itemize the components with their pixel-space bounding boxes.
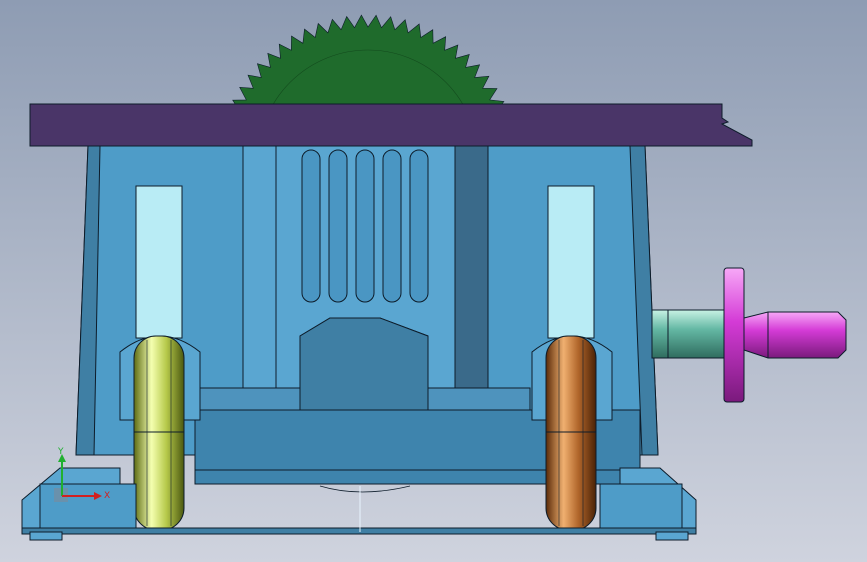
table-top[interactable] <box>29 103 753 147</box>
vent-slot <box>382 149 402 303</box>
cad-graphics-viewport[interactable]: Y X <box>0 0 867 562</box>
y-axis-label: Y <box>57 447 64 457</box>
vent-slot <box>301 149 321 303</box>
vent-slot <box>409 149 429 303</box>
vent-slot <box>328 149 348 303</box>
right-wheel[interactable] <box>545 335 597 531</box>
cad-scene[interactable]: Y X <box>0 0 867 562</box>
vent-slot <box>355 149 375 303</box>
x-axis-label: X <box>104 491 110 501</box>
left-wheel[interactable] <box>133 335 185 531</box>
